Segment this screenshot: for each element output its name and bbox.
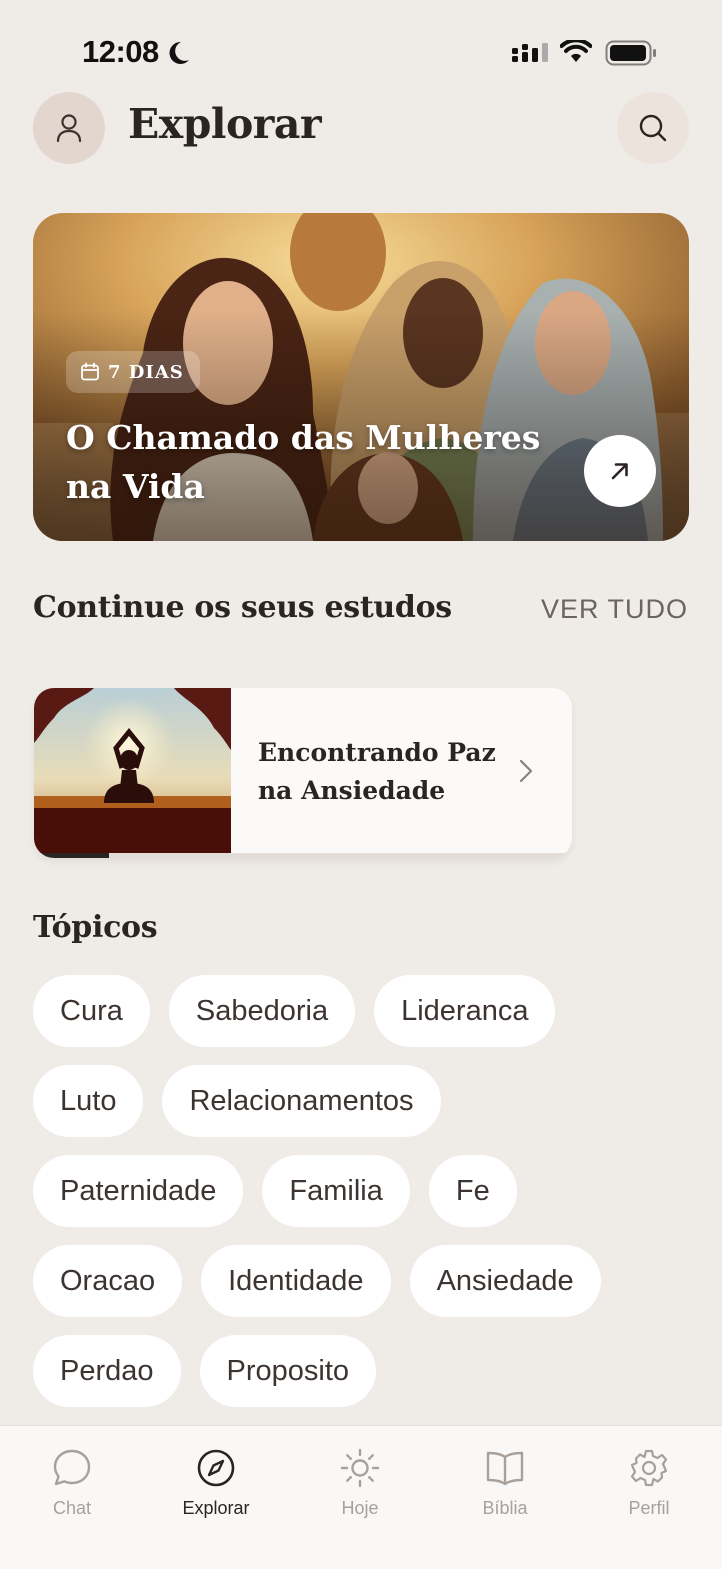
study-card[interactable]: Encontrando Paz na Ansiedade xyxy=(34,688,572,858)
chat-bubble-icon xyxy=(53,1449,91,1486)
featured-plan-card[interactable]: 7 DIAS O Chamado das Mulheres na Vida xyxy=(33,213,689,541)
topics-chip-row: Oracao Identidade Ansiedade xyxy=(33,1245,673,1317)
topic-chip[interactable]: Familia xyxy=(262,1155,410,1227)
topic-chip[interactable]: Proposito xyxy=(199,1335,377,1407)
featured-plan-title: O Chamado das Mulheres na Vida xyxy=(66,418,541,506)
bottom-tab-bar: Chat Explorar Hoje Bíblia Perfil xyxy=(0,1425,722,1569)
gear-icon xyxy=(630,1449,668,1487)
study-progress-bar xyxy=(34,853,572,858)
tab-chat[interactable]: Chat xyxy=(0,1448,144,1519)
chevron-right-icon xyxy=(519,759,533,783)
topic-chip[interactable]: Ansiedade xyxy=(409,1245,601,1317)
arrow-up-right-icon xyxy=(611,463,628,480)
user-icon xyxy=(56,114,82,143)
topic-chip[interactable]: Perdao xyxy=(33,1335,181,1407)
topics-chip-row: Luto Relacionamentos xyxy=(33,1065,673,1137)
cellular-signal-icon xyxy=(512,43,548,62)
status-bar: 12:08 xyxy=(0,0,722,100)
see-all-link[interactable]: VER TUDO xyxy=(541,594,688,625)
topic-chip[interactable]: Lideranca xyxy=(374,975,556,1047)
tab-hoje-label: Hoje xyxy=(341,1498,379,1518)
sun-icon xyxy=(340,1448,380,1488)
topic-chip[interactable]: Luto xyxy=(33,1065,144,1137)
topic-chip[interactable]: Fe xyxy=(428,1155,517,1227)
status-time: 12:08 xyxy=(82,34,159,69)
topic-chip[interactable]: Cura xyxy=(33,975,150,1047)
topic-chip[interactable]: Relacionamentos xyxy=(162,1065,441,1137)
tab-perfil-label: Perfil xyxy=(628,1498,670,1518)
search-button[interactable] xyxy=(617,92,689,164)
topics-chip-row: Perdao Proposito xyxy=(33,1335,673,1407)
battery-icon xyxy=(605,40,656,66)
topic-chip[interactable]: Identidade xyxy=(201,1245,391,1317)
moon-icon xyxy=(169,41,189,64)
topics-chip-row: Cura Sabedoria Lideranca xyxy=(33,975,673,1047)
tab-biblia[interactable]: Bíblia xyxy=(433,1448,577,1519)
search-icon xyxy=(639,114,667,142)
tab-chat-label: Chat xyxy=(52,1498,92,1518)
calendar-icon xyxy=(81,362,99,381)
book-open-icon xyxy=(486,1451,524,1486)
study-thumbnail xyxy=(34,688,231,853)
duration-badge-label: 7 DIAS xyxy=(108,361,184,383)
continue-section-title: Continue os seus estudos xyxy=(33,590,452,625)
profile-avatar-button[interactable] xyxy=(33,92,105,164)
topic-chip[interactable]: Paternidade xyxy=(33,1155,244,1227)
page-title: Explorar xyxy=(128,100,322,148)
topic-chip[interactable]: Oracao xyxy=(33,1245,183,1317)
open-plan-button[interactable] xyxy=(584,435,656,507)
tab-explorar[interactable]: Explorar xyxy=(144,1448,288,1519)
duration-badge: 7 DIAS xyxy=(66,351,200,393)
tab-biblia-label: Bíblia xyxy=(482,1498,528,1518)
study-card-title: Encontrando Paz na Ansiedade xyxy=(258,738,496,805)
topic-chip[interactable]: Sabedoria xyxy=(168,975,356,1047)
tab-explorar-label: Explorar xyxy=(182,1498,250,1518)
study-progress-fill xyxy=(34,853,110,858)
wifi-icon xyxy=(560,40,592,62)
topics-chip-list: Cura Sabedoria Lideranca Luto Relacionamento… xyxy=(33,975,673,1425)
topics-section-title: Tópicos xyxy=(33,910,158,945)
tab-hoje[interactable]: Hoje xyxy=(288,1448,432,1519)
compass-icon xyxy=(197,1449,235,1487)
tab-perfil[interactable]: Perfil xyxy=(577,1448,721,1519)
topics-chip-row: Paternidade Familia Fe xyxy=(33,1155,673,1227)
